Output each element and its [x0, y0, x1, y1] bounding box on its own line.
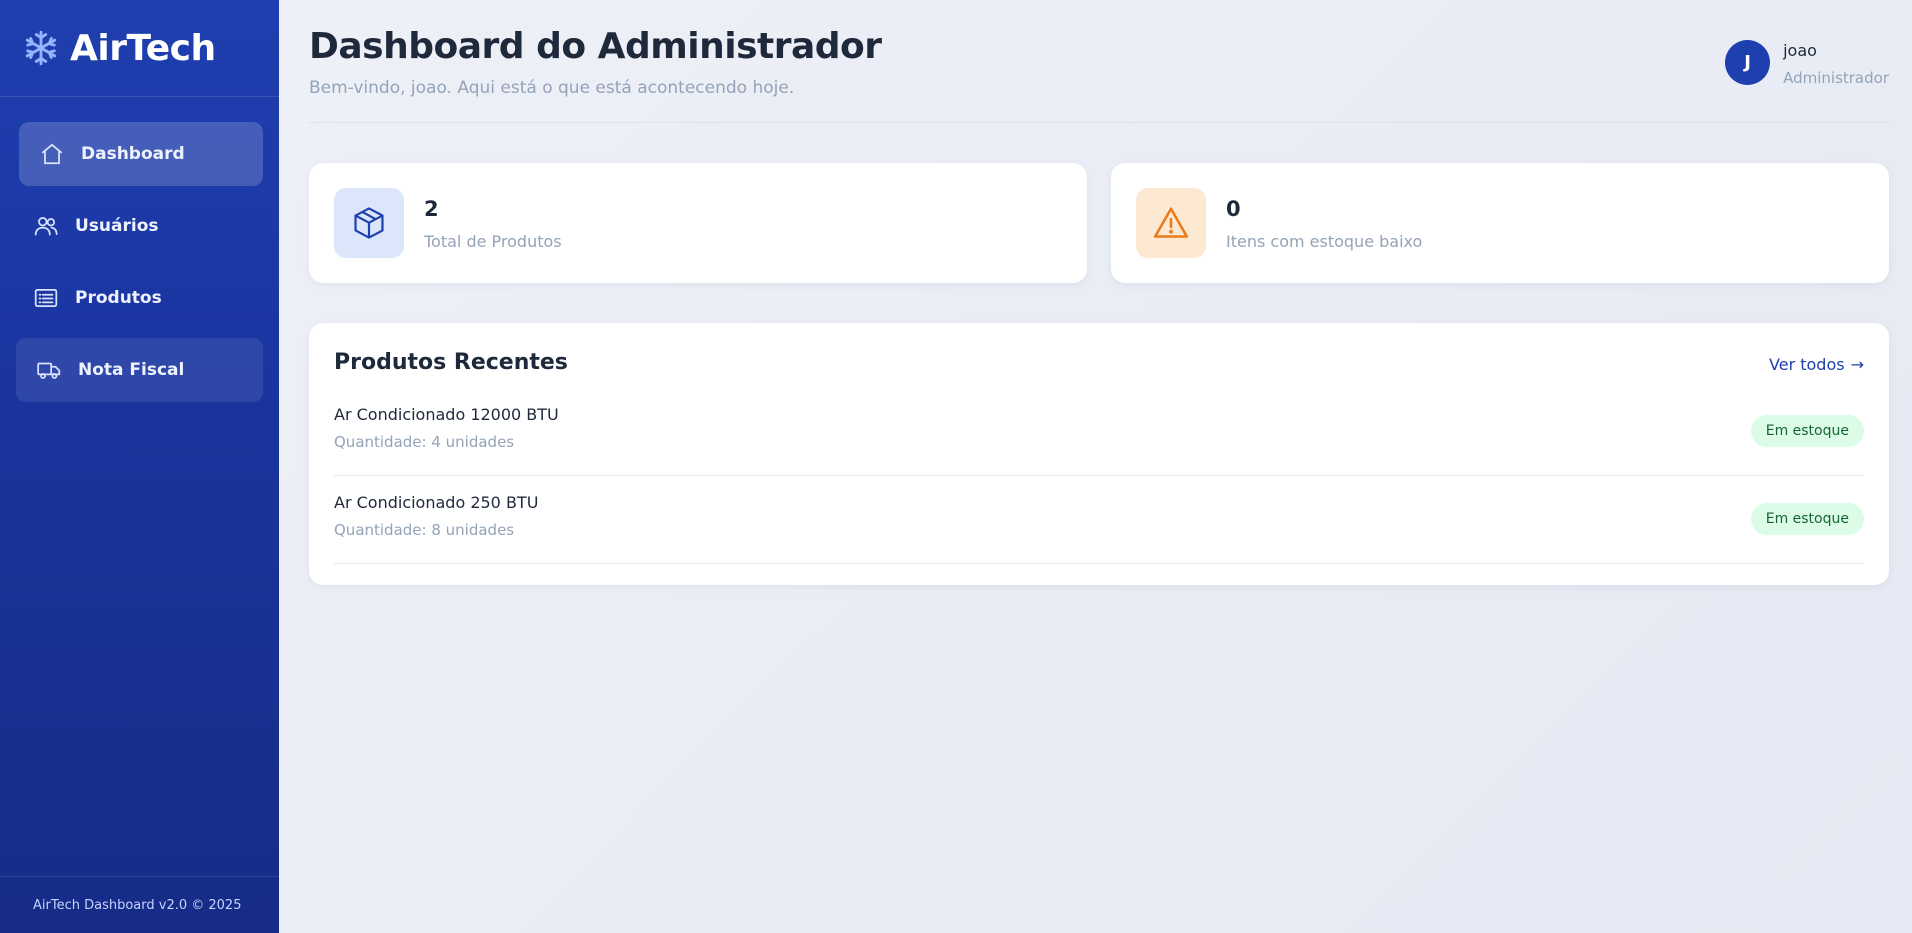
- sidebar-nav: Dashboard Usuários Produtos Nota Fiscal: [0, 97, 279, 402]
- product-list: Ar Condicionado 12000 BTU Quantidade: 4 …: [334, 388, 1864, 564]
- list-icon: [33, 285, 59, 311]
- box-icon: [334, 188, 404, 258]
- product-quantity: Quantidade: 8 unidades: [334, 521, 515, 539]
- stat-value: 2: [424, 197, 439, 221]
- sidebar-item-label: Usuários: [75, 216, 159, 236]
- user-info: joao Administrador: [1783, 40, 1889, 87]
- product-name: Ar Condicionado 250 BTU: [334, 493, 539, 512]
- see-all-label: Ver todos: [1769, 355, 1845, 374]
- section-title: Produtos Recentes: [334, 350, 568, 375]
- page-header: Dashboard do Administrador Bem-vindo, jo…: [309, 0, 1889, 123]
- page-title: Dashboard do Administrador: [309, 26, 882, 67]
- status-badge: Em estoque: [1750, 503, 1864, 535]
- warning-icon: [1136, 188, 1206, 258]
- stats-row: 2 Total de Produtos 0 Itens com estoque …: [309, 163, 1889, 283]
- user-name: joao: [1783, 41, 1817, 60]
- main-content: Dashboard do Administrador Bem-vindo, jo…: [309, 0, 1889, 585]
- sidebar-item-produtos[interactable]: Produtos: [16, 266, 263, 330]
- sidebar-footer: AirTech Dashboard v2.0 © 2025: [0, 876, 279, 933]
- sidebar: AirTech Dashboard Usuários Produtos Nota…: [0, 0, 279, 933]
- sidebar-item-label: Produtos: [75, 288, 162, 308]
- sidebar-item-nota-fiscal[interactable]: Nota Fiscal: [16, 338, 263, 402]
- truck-icon: [36, 357, 62, 383]
- sidebar-item-label: Nota Fiscal: [78, 360, 185, 380]
- home-icon: [39, 141, 65, 167]
- stat-value: 0: [1226, 197, 1241, 221]
- sidebar-item-label: Dashboard: [81, 144, 185, 164]
- list-item[interactable]: Ar Condicionado 12000 BTU Quantidade: 4 …: [334, 388, 1864, 476]
- product-name: Ar Condicionado 12000 BTU: [334, 405, 559, 424]
- page-subtitle: Bem-vindo, joao. Aqui está o que está ac…: [309, 78, 795, 98]
- status-badge: Em estoque: [1750, 415, 1864, 447]
- brand-name: AirTech: [70, 27, 216, 69]
- sidebar-item-usuarios[interactable]: Usuários: [16, 194, 263, 258]
- users-icon: [33, 213, 59, 239]
- see-all-link[interactable]: Ver todos →: [1769, 355, 1864, 374]
- user-menu[interactable]: J joao Administrador: [1725, 40, 1889, 87]
- stat-label: Itens com estoque baixo: [1226, 232, 1423, 251]
- brand[interactable]: AirTech: [0, 0, 279, 97]
- recent-products-card: Produtos Recentes Ver todos → Ar Condici…: [309, 323, 1889, 585]
- user-role: Administrador: [1783, 69, 1889, 87]
- avatar[interactable]: J: [1725, 40, 1771, 85]
- snowflake-icon: [25, 30, 57, 66]
- stat-card-low-stock: 0 Itens com estoque baixo: [1111, 163, 1889, 283]
- stat-label: Total de Produtos: [424, 232, 562, 251]
- list-item[interactable]: Ar Condicionado 250 BTU Quantidade: 8 un…: [334, 476, 1864, 564]
- stat-card-total-products: 2 Total de Produtos: [309, 163, 1087, 283]
- product-quantity: Quantidade: 4 unidades: [334, 433, 515, 451]
- sidebar-item-dashboard[interactable]: Dashboard: [19, 122, 263, 186]
- arrow-right-icon: →: [1850, 355, 1864, 374]
